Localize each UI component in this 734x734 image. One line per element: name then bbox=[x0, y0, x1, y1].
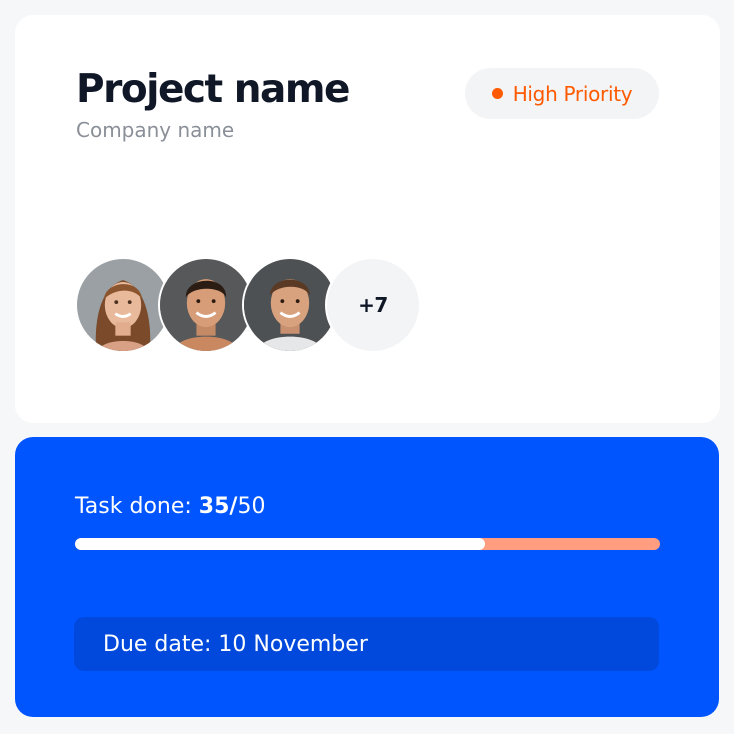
task-done-count: 35/ bbox=[198, 494, 238, 519]
avatar-woman-icon bbox=[77, 259, 169, 351]
priority-dot-icon bbox=[491, 88, 503, 99]
more-members-button[interactable]: +7 bbox=[325, 257, 421, 353]
team-avatars: +7 bbox=[75, 257, 435, 354]
project-title: Project name bbox=[76, 67, 350, 112]
task-progress-fill bbox=[75, 538, 485, 550]
avatar-man-icon bbox=[244, 259, 336, 351]
priority-badge: High Priority bbox=[465, 68, 659, 119]
task-done-prefix: Task done: bbox=[75, 494, 199, 519]
progress-card: Task done: 35/50 Due date: 10 November bbox=[15, 437, 719, 717]
more-members-count: +7 bbox=[358, 293, 388, 317]
task-progress-text: Task done: 35/50 bbox=[75, 494, 265, 519]
avatar[interactable] bbox=[242, 257, 338, 353]
task-total-count: 50 bbox=[237, 494, 266, 519]
project-card: Project name Company name High Priority bbox=[15, 15, 720, 423]
avatar-man-icon bbox=[160, 259, 252, 351]
company-name: Company name bbox=[76, 118, 235, 142]
avatar[interactable] bbox=[158, 257, 254, 353]
priority-label: High Priority bbox=[512, 81, 633, 106]
due-date-label: Due date: 10 November bbox=[103, 631, 368, 657]
due-date-box[interactable]: Due date: 10 November bbox=[74, 617, 659, 671]
task-progress-bar bbox=[75, 538, 660, 550]
avatar[interactable] bbox=[75, 257, 171, 353]
